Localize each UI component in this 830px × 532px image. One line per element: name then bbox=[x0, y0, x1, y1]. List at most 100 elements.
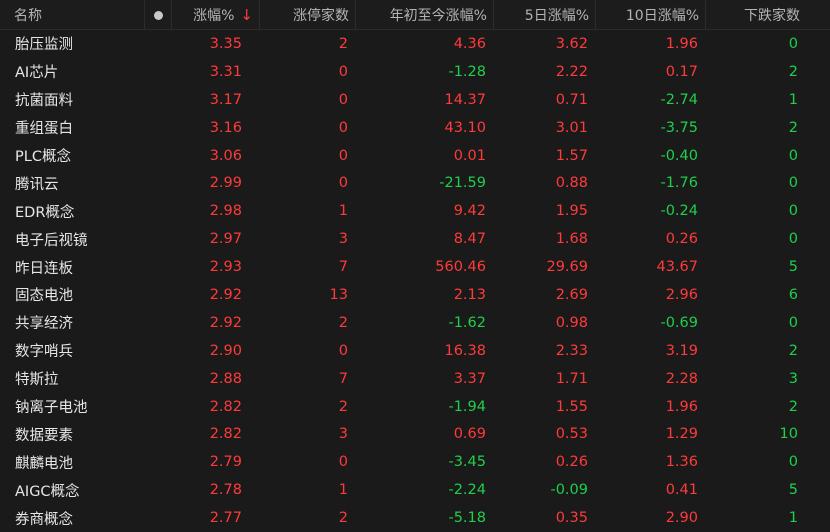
ytd-pct: -1.28 bbox=[448, 63, 486, 80]
ytd-pct: 0.69 bbox=[453, 426, 486, 443]
sector-name: 数字哨兵 bbox=[15, 344, 73, 361]
table-row[interactable]: 昨日连板 2.93 7 560.46 29.69 43.67 5 bbox=[0, 253, 830, 281]
change-pct: 3.16 bbox=[209, 119, 242, 136]
change-pct: 3.06 bbox=[209, 147, 242, 164]
10d-pct: 0.41 bbox=[665, 482, 698, 499]
10d-pct: 1.96 bbox=[665, 398, 698, 415]
sector-name: 特斯拉 bbox=[15, 372, 59, 389]
sector-name: 钠离子电池 bbox=[15, 400, 88, 417]
table-row[interactable]: 抗菌面料 3.17 0 14.37 0.71 -2.74 1 bbox=[0, 86, 830, 114]
table-row[interactable]: 重组蛋白 3.16 0 43.10 3.01 -3.75 2 bbox=[0, 114, 830, 142]
row-dot-cell bbox=[145, 114, 172, 142]
change-pct: 2.99 bbox=[209, 175, 242, 192]
10d-pct: -0.69 bbox=[660, 314, 698, 331]
table-row[interactable]: 数字哨兵 2.90 0 16.38 2.33 3.19 2 bbox=[0, 337, 830, 365]
down-count: 0 bbox=[788, 147, 798, 164]
column-header-10d-pct[interactable]: 10日涨幅% bbox=[596, 0, 706, 30]
sector-name: AI芯片 bbox=[15, 65, 59, 82]
down-count: 0 bbox=[788, 35, 798, 52]
table-header: 名称 涨幅% ↓ 涨停家数 年初至今涨幅% 5日涨幅% 10日涨幅% 下跌家数 bbox=[0, 0, 830, 30]
5d-pct: 1.71 bbox=[555, 370, 588, 387]
sector-name: 腾讯云 bbox=[15, 176, 59, 193]
column-header-5d-pct[interactable]: 5日涨幅% bbox=[494, 0, 596, 30]
5d-pct: 1.95 bbox=[555, 203, 588, 220]
limit-up-count: 7 bbox=[338, 259, 348, 276]
5d-pct: 0.88 bbox=[555, 175, 588, 192]
row-dot-cell bbox=[145, 253, 172, 281]
dot-icon bbox=[153, 10, 163, 20]
change-pct: 2.98 bbox=[209, 203, 242, 220]
change-pct: 2.90 bbox=[209, 342, 242, 359]
table-row[interactable]: 麒麟电池 2.79 0 -3.45 0.26 1.36 0 bbox=[0, 448, 830, 476]
row-dot-cell bbox=[145, 309, 172, 337]
ytd-pct: 8.47 bbox=[453, 231, 486, 248]
ytd-pct: -5.18 bbox=[448, 510, 486, 527]
limit-up-count: 3 bbox=[338, 231, 348, 248]
row-dot-cell bbox=[145, 58, 172, 86]
change-pct: 3.17 bbox=[209, 91, 242, 108]
row-dot-cell bbox=[145, 281, 172, 309]
table-row[interactable]: 券商概念 2.77 2 -5.18 0.35 2.90 1 bbox=[0, 504, 830, 532]
column-header-change-pct[interactable]: 涨幅% ↓ bbox=[172, 0, 260, 30]
table-row[interactable]: 胎压监测 3.35 2 4.36 3.62 1.96 0 bbox=[0, 30, 830, 58]
table-row[interactable]: 电子后视镜 2.97 3 8.47 1.68 0.26 0 bbox=[0, 225, 830, 253]
ytd-pct: 3.37 bbox=[453, 370, 486, 387]
down-count: 5 bbox=[788, 482, 798, 499]
ytd-pct: -2.24 bbox=[448, 482, 486, 499]
change-pct: 2.93 bbox=[209, 259, 242, 276]
column-header-name[interactable]: 名称 bbox=[0, 0, 145, 30]
5d-pct: -0.09 bbox=[550, 482, 588, 499]
down-count: 1 bbox=[788, 91, 798, 108]
ytd-pct: -1.62 bbox=[448, 314, 486, 331]
column-header-ytd-pct[interactable]: 年初至今涨幅% bbox=[356, 0, 494, 30]
row-dot-cell bbox=[145, 30, 172, 58]
down-count: 0 bbox=[788, 175, 798, 192]
limit-up-count: 1 bbox=[338, 482, 348, 499]
change-pct: 2.82 bbox=[209, 426, 242, 443]
limit-up-count: 2 bbox=[338, 35, 348, 52]
5d-pct: 0.98 bbox=[555, 314, 588, 331]
10d-pct: -1.76 bbox=[660, 175, 698, 192]
10d-pct: -3.75 bbox=[660, 119, 698, 136]
row-dot-cell bbox=[145, 476, 172, 504]
change-pct: 2.82 bbox=[209, 398, 242, 415]
sector-ranking-table: 名称 涨幅% ↓ 涨停家数 年初至今涨幅% 5日涨幅% 10日涨幅% 下跌家数 … bbox=[0, 0, 830, 530]
table-row[interactable]: 数据要素 2.82 3 0.69 0.53 1.29 10 bbox=[0, 420, 830, 448]
table-row[interactable]: EDR概念 2.98 1 9.42 1.95 -0.24 0 bbox=[0, 197, 830, 225]
down-count: 0 bbox=[788, 454, 798, 471]
row-dot-cell bbox=[145, 86, 172, 114]
limit-up-count: 0 bbox=[338, 454, 348, 471]
change-pct: 3.35 bbox=[209, 35, 242, 52]
sector-name: 麒麟电池 bbox=[15, 455, 73, 472]
ytd-pct: -1.94 bbox=[448, 398, 486, 415]
table-row[interactable]: 固态电池 2.92 13 2.13 2.69 2.96 6 bbox=[0, 281, 830, 309]
10d-pct: 0.26 bbox=[665, 231, 698, 248]
5d-pct: 1.55 bbox=[555, 398, 588, 415]
row-dot-cell bbox=[145, 420, 172, 448]
10d-pct: 2.28 bbox=[665, 370, 698, 387]
table-row[interactable]: AIGC概念 2.78 1 -2.24 -0.09 0.41 5 bbox=[0, 476, 830, 504]
table-row[interactable]: AI芯片 3.31 0 -1.28 2.22 0.17 2 bbox=[0, 58, 830, 86]
row-dot-cell bbox=[145, 337, 172, 365]
table-row[interactable]: 共享经济 2.92 2 -1.62 0.98 -0.69 0 bbox=[0, 309, 830, 337]
5d-pct: 2.33 bbox=[555, 342, 588, 359]
table-row[interactable]: PLC概念 3.06 0 0.01 1.57 -0.40 0 bbox=[0, 142, 830, 170]
column-header-dot[interactable] bbox=[145, 0, 172, 30]
ytd-pct: 0.01 bbox=[453, 147, 486, 164]
5d-pct: 0.53 bbox=[555, 426, 588, 443]
10d-pct: 3.19 bbox=[665, 342, 698, 359]
row-dot-cell bbox=[145, 393, 172, 421]
column-header-down-count[interactable]: 下跌家数 bbox=[706, 0, 830, 30]
down-count: 2 bbox=[788, 63, 798, 80]
row-dot-cell bbox=[145, 365, 172, 393]
table-row[interactable]: 钠离子电池 2.82 2 -1.94 1.55 1.96 2 bbox=[0, 393, 830, 421]
limit-up-count: 7 bbox=[338, 370, 348, 387]
table-row[interactable]: 腾讯云 2.99 0 -21.59 0.88 -1.76 0 bbox=[0, 169, 830, 197]
5d-pct: 2.69 bbox=[555, 286, 588, 303]
limit-up-count: 0 bbox=[338, 342, 348, 359]
down-count: 1 bbox=[788, 510, 798, 527]
column-header-limit-up-count[interactable]: 涨停家数 bbox=[260, 0, 356, 30]
limit-up-count: 13 bbox=[329, 286, 348, 303]
table-row[interactable]: 特斯拉 2.88 7 3.37 1.71 2.28 3 bbox=[0, 365, 830, 393]
limit-up-count: 0 bbox=[338, 91, 348, 108]
